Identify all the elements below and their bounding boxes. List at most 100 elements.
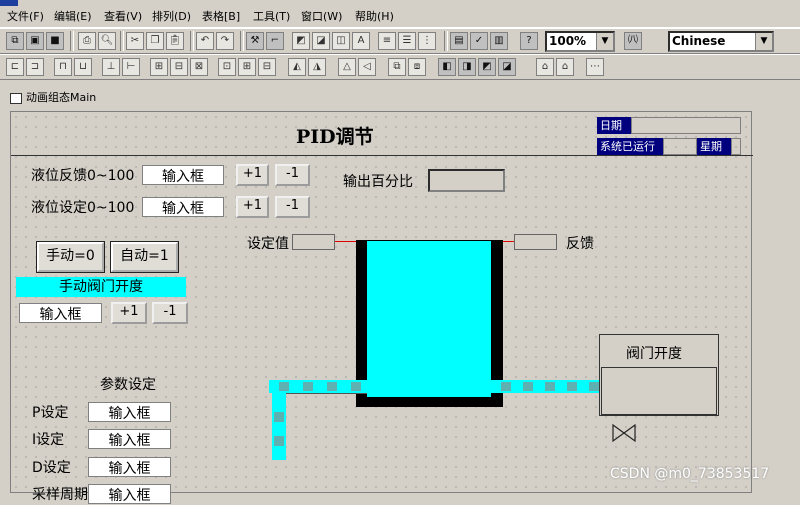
level-setpoint-plus-button[interactable]: +1 <box>236 196 269 218</box>
same-size-icon[interactable]: ⊠ <box>190 58 208 76</box>
menu-arrange[interactable]: 排列(D) <box>152 8 191 24</box>
print-preview-icon[interactable]: 🔍︎ <box>98 32 116 50</box>
menu-file[interactable]: 文件(F) <box>7 8 44 24</box>
level-setpoint-label: 液位设定0~100 <box>31 200 135 216</box>
save-icon[interactable]: ■ <box>46 32 64 50</box>
pipe-flow-segment <box>501 382 511 391</box>
copy-icon[interactable]: ❐ <box>146 32 164 50</box>
menu-view[interactable]: 查看(V) <box>104 8 142 24</box>
manual-valve-label: 手动阀门开度 <box>16 277 186 297</box>
fill-icon[interactable]: ◪ <box>312 32 330 50</box>
setpoint-value-label: 设定值 <box>247 236 289 252</box>
space-h-icon[interactable]: ⊡ <box>218 58 236 76</box>
font-icon[interactable]: A <box>352 32 370 50</box>
level-feedback-plus-button[interactable]: +1 <box>236 164 269 186</box>
tank-level-fill <box>367 241 491 397</box>
backward-icon[interactable]: ◪ <box>498 58 516 76</box>
pipe-flow-segment <box>589 382 599 391</box>
rotate-right-icon[interactable]: ◁ <box>358 58 376 76</box>
center-v-icon[interactable]: ⊥ <box>102 58 120 76</box>
valve-opening-display <box>601 367 717 415</box>
send-back-icon[interactable]: ◨ <box>458 58 476 76</box>
align-left-icon[interactable]: ⊏ <box>6 58 24 76</box>
menu-window[interactable]: 窗口(W) <box>301 8 342 24</box>
align-bottom-icon[interactable]: ⊔ <box>74 58 92 76</box>
tools-icon[interactable]: ⚒ <box>246 32 264 50</box>
shape-icon[interactable]: ◩ <box>292 32 310 50</box>
watermark: CSDN @m0_73853517 <box>610 466 770 482</box>
redo-icon[interactable]: ↷ <box>216 32 234 50</box>
language-icon[interactable]: ㈧ <box>624 32 642 50</box>
manual-mode-button[interactable]: 手动=0 <box>36 241 105 273</box>
chevron-down-icon[interactable]: ▼ <box>596 33 613 50</box>
align-right-icon[interactable]: ⊐ <box>26 58 44 76</box>
chevron-down-icon[interactable]: ▼ <box>755 33 772 50</box>
help-icon[interactable]: ? <box>520 32 538 50</box>
pipe-flow-segment <box>567 382 577 391</box>
center-h-icon[interactable]: ⊢ <box>122 58 140 76</box>
flip-h-icon[interactable]: ◭ <box>288 58 306 76</box>
manual-valve-plus-button[interactable]: +1 <box>111 302 147 324</box>
param-i-input[interactable]: 输入框 <box>88 429 171 449</box>
level-feedback-label: 液位反馈0~100 <box>31 168 135 184</box>
flip-v-icon[interactable]: ◮ <box>308 58 326 76</box>
menu-tools[interactable]: 工具(T) <box>253 8 290 24</box>
bring-front-icon[interactable]: ◧ <box>438 58 456 76</box>
window-title: 动画组态Main <box>26 91 97 104</box>
line-color-icon[interactable]: ◫ <box>332 32 350 50</box>
pipe-flow-segment <box>303 382 313 391</box>
menu-help[interactable]: 帮助(H) <box>355 8 394 24</box>
manual-valve-minus-button[interactable]: -1 <box>152 302 188 324</box>
distribute-icon[interactable]: ⊟ <box>258 58 276 76</box>
pipe-flow-segment <box>279 382 289 391</box>
level-feedback-input[interactable]: 输入框 <box>142 165 224 185</box>
param-i-label: I设定 <box>32 432 65 448</box>
lock-icon[interactable]: ⌂ <box>536 58 554 76</box>
check-icon[interactable]: ✓ <box>470 32 488 50</box>
script-icon[interactable]: ▥ <box>490 32 508 50</box>
auto-mode-button[interactable]: 自动=1 <box>110 241 179 273</box>
lines-icon[interactable]: ☰ <box>398 32 416 50</box>
grid-toggle-icon[interactable]: ⋯ <box>586 58 604 76</box>
print-icon[interactable]: ⎙ <box>78 32 96 50</box>
grid-icon[interactable]: ⋮ <box>418 32 436 50</box>
same-width-icon[interactable]: ⊞ <box>150 58 168 76</box>
select-icon[interactable]: ⌐ <box>266 32 284 50</box>
ungroup-icon[interactable]: ⧈ <box>408 58 426 76</box>
separator <box>444 31 448 51</box>
manual-valve-input[interactable]: 输入框 <box>19 303 102 323</box>
param-d-input[interactable]: 输入框 <box>88 457 171 477</box>
level-setpoint-input[interactable]: 输入框 <box>142 197 224 217</box>
space-v-icon[interactable]: ⊞ <box>238 58 256 76</box>
valve-panel: 阀门开度 <box>599 334 719 416</box>
separator <box>240 31 244 51</box>
forward-icon[interactable]: ◩ <box>478 58 496 76</box>
undo-icon[interactable]: ↶ <box>196 32 214 50</box>
database-icon[interactable]: ▤ <box>450 32 468 50</box>
cut-icon[interactable]: ✂ <box>126 32 144 50</box>
pipe-flow-segment <box>523 382 533 391</box>
new-icon[interactable]: ⧉ <box>6 32 24 50</box>
zoom-select[interactable]: 100% ▼ <box>545 31 615 52</box>
param-p-label: P设定 <box>32 405 69 421</box>
feedback-value-display <box>514 234 557 250</box>
align-icon[interactable]: ≡ <box>378 32 396 50</box>
design-canvas[interactable]: PID调节 日期 系统已运行 星期 液位反馈0~100 输入框 +1 -1 输出… <box>10 111 753 504</box>
param-p-input[interactable]: 输入框 <box>88 402 171 422</box>
language-select[interactable]: Chinese ▼ <box>668 31 774 52</box>
menu-edit[interactable]: 编辑(E) <box>54 8 92 24</box>
same-height-icon[interactable]: ⊟ <box>170 58 188 76</box>
rotate-left-icon[interactable]: △ <box>338 58 356 76</box>
paste-icon[interactable]: 📋︎ <box>166 32 184 50</box>
unlock-icon[interactable]: ⌂ <box>556 58 574 76</box>
params-title: 参数设定 <box>100 377 156 393</box>
level-setpoint-minus-button[interactable]: -1 <box>275 196 310 218</box>
setpoint-value-display <box>292 234 335 250</box>
param-sample-input[interactable]: 输入框 <box>88 484 171 504</box>
level-feedback-minus-button[interactable]: -1 <box>275 164 310 186</box>
open-icon[interactable]: ▣ <box>26 32 44 50</box>
menu-table[interactable]: 表格[B] <box>202 8 240 24</box>
uptime-label: 系统已运行 <box>597 138 663 155</box>
group-icon[interactable]: ⧉ <box>388 58 406 76</box>
align-top-icon[interactable]: ⊓ <box>54 58 72 76</box>
